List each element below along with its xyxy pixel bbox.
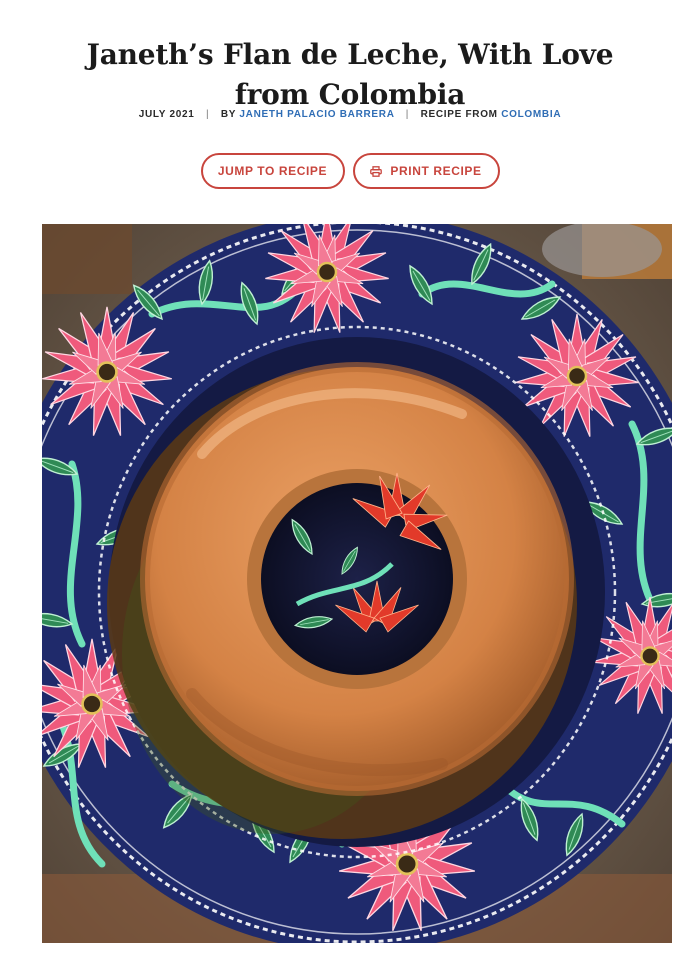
recipe-photo [42, 224, 672, 943]
recipe-page: Janeth’s Flan de Leche, With Love from C… [0, 0, 700, 957]
article-title: Janeth’s Flan de Leche, With Love from C… [86, 37, 614, 111]
print-recipe-button[interactable]: PRINT RECIPE [352, 153, 500, 189]
meta-separator: | [206, 109, 210, 120]
jump-to-recipe-label: JUMP TO RECIPE [217, 164, 328, 178]
article-meta: JULY 2021 | BY JANETH PALACIO BARRERA | … [0, 109, 700, 120]
jump-to-recipe-button[interactable]: JUMP TO RECIPE [200, 153, 345, 189]
byline-prefix: BY [220, 109, 236, 120]
recipe-actions: JUMP TO RECIPE PRINT RECIPE [0, 153, 700, 189]
print-recipe-label: PRINT RECIPE [390, 164, 482, 178]
country-link[interactable]: COLOMBIA [501, 109, 561, 120]
publish-date: JULY 2021 [138, 109, 195, 120]
author-link[interactable]: JANETH PALACIO BARRERA [239, 109, 394, 120]
printer-icon [370, 165, 383, 177]
recipe-from-prefix: RECIPE FROM [420, 109, 498, 120]
meta-separator: | [405, 109, 410, 120]
